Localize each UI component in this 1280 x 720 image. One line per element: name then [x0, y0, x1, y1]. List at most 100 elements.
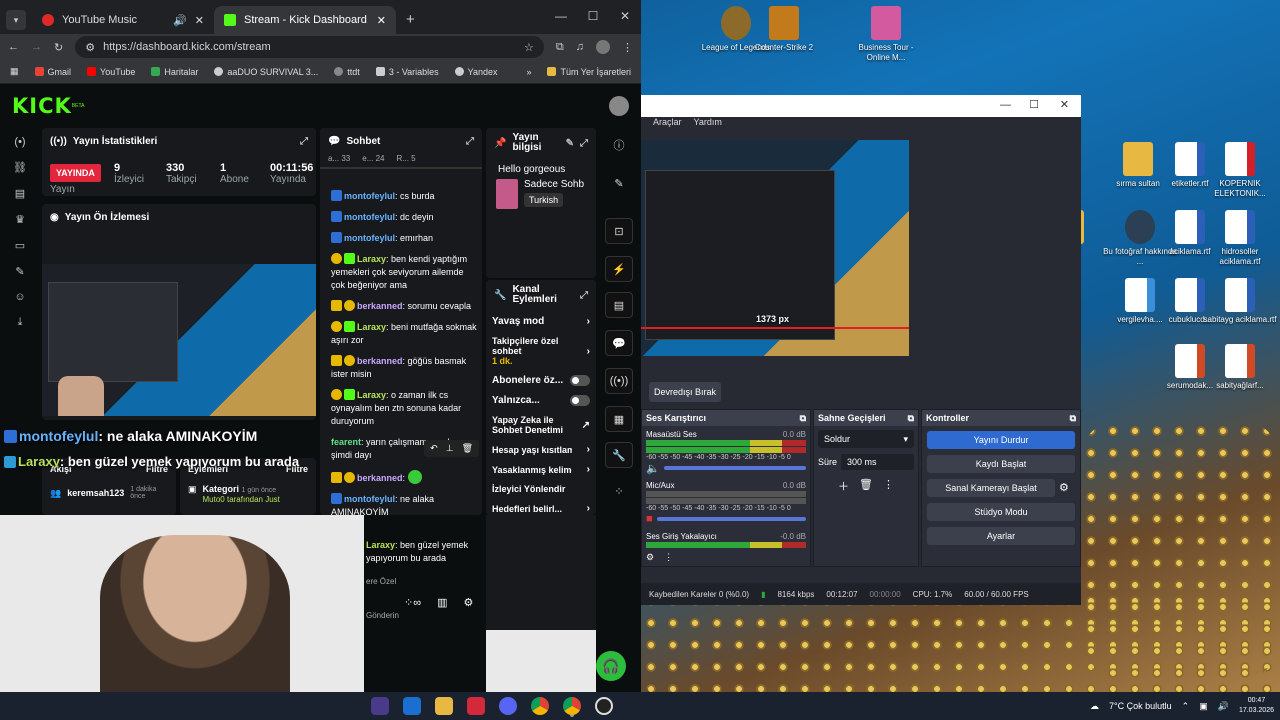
bookmark-variables[interactable]: 3 - Variables [375, 67, 439, 77]
bookmark-yandex[interactable]: Yandex [454, 67, 498, 77]
close-icon[interactable]: ✕ [1060, 98, 1069, 111]
chat-message[interactable]: montofeylul: cs burda [331, 190, 479, 203]
chat-message[interactable]: Laraxy: ben kendi yaptığım yemekleri çok… [331, 253, 479, 292]
desktop-icon-hidrosoller[interactable]: hidrosoller aciklama.rtf [1202, 210, 1278, 267]
users-icon[interactable]: ☺ [14, 291, 25, 303]
reload-icon[interactable]: ↻ [54, 41, 63, 54]
add-icon[interactable]: ＋ [838, 478, 849, 494]
user-avatar[interactable] [609, 96, 629, 116]
extensions-icon[interactable]: ⧉ [556, 41, 564, 54]
file-explorer-icon[interactable] [435, 697, 453, 715]
feed-item[interactable]: 👥 keremsah123 1 dakika önce [42, 480, 176, 506]
transition-select[interactable]: Soldur ▾ [818, 430, 914, 448]
action-ai-moderation[interactable]: Yapay Zeka ile Sohbet Denetimi ↗ [486, 415, 596, 435]
maximize-icon[interactable]: ☐ [1029, 98, 1039, 111]
back-icon[interactable]: ← [8, 41, 19, 53]
nodes-icon[interactable]: ⁘ [605, 478, 633, 504]
tab-youtube-music[interactable]: YouTube Music 🔊 ✕ [32, 6, 214, 34]
wrench-icon[interactable]: ✎ [15, 265, 24, 278]
weather-text[interactable]: 7°C Çok bulutlu [1109, 701, 1172, 711]
wrench-icon[interactable]: 🔧 [605, 442, 633, 468]
bookmark-aaduo[interactable]: aaDUO SURVIVAL 3... [214, 67, 318, 77]
advanced-audio-icon[interactable]: ⚙ [646, 552, 654, 563]
bookmarks-overflow-icon[interactable]: » [526, 67, 531, 77]
action-goals[interactable]: Hedefleri belirl... › [486, 503, 596, 514]
more-options-icon[interactable]: ⋮ [664, 552, 673, 563]
tab-kick-dashboard[interactable]: Stream - Kick Dashboard ✕ [214, 6, 396, 34]
download-icon[interactable]: ⤓ [18, 316, 23, 329]
broadcast-icon[interactable]: ((•)) [605, 368, 633, 394]
audio-icon[interactable]: 🔊 [173, 14, 187, 27]
settings-gear-icon[interactable]: ⚙ [463, 597, 473, 610]
layout-icon[interactable]: ▦ [605, 406, 633, 432]
action-subscribers-only[interactable]: Abonelere öz... [486, 375, 596, 386]
site-info-icon[interactable]: ⚙ [85, 41, 95, 54]
delete-icon[interactable]: 🗑 [462, 442, 473, 455]
muted-speaker-icon[interactable]: ■ [646, 513, 653, 525]
outlook-icon[interactable] [403, 697, 421, 715]
nodes-icon[interactable]: ⁘∞ [404, 597, 421, 610]
new-tab-button[interactable]: + [406, 11, 415, 28]
tab-close-icon[interactable]: ✕ [195, 14, 204, 27]
action-account-age[interactable]: Hesap yaşı kısıtlaması› [486, 444, 596, 455]
kick-logo[interactable]: KICK [12, 94, 72, 118]
chrome-active-icon[interactable] [563, 697, 581, 715]
subscribers-only-toggle[interactable] [570, 375, 590, 386]
virtual-camera-button[interactable]: Sanal Kamerayı Başlat [927, 479, 1055, 497]
minimize-icon[interactable]: — [1000, 99, 1011, 111]
info-icon[interactable]: ⓘ [605, 132, 633, 158]
media-icon[interactable]: ♫ [576, 41, 584, 53]
desktop-icon-business-tour[interactable]: Business Tour - Online M... [848, 6, 924, 63]
chat-message[interactable]: Laraxy: ben güzel yemek yapıyorum bu ara… [366, 539, 482, 565]
transition-disable-button[interactable]: Devredışı Bırak [649, 382, 721, 402]
preview-video[interactable] [42, 264, 316, 416]
chat-icon[interactable]: 💬 [605, 330, 633, 356]
pin-icon[interactable]: ⊥ [446, 442, 454, 455]
dock-menu-icon[interactable]: ⧉ [1070, 413, 1076, 424]
action-banned-words[interactable]: Yasaklanmış kelimeler› [486, 464, 596, 475]
camera-target-icon[interactable]: ⊡ [605, 218, 633, 244]
action-only[interactable]: Yalnızca... [486, 395, 596, 406]
expand-icon[interactable]: ⤢ [300, 136, 308, 147]
chat-message[interactable]: berkanned: sorumu cevapla [331, 300, 479, 313]
more-options-icon[interactable]: ⋮ [883, 478, 894, 494]
reply-icon[interactable]: ↶ [430, 442, 438, 455]
dock-menu-icon[interactable]: ⧉ [800, 413, 806, 424]
dock-menu-icon[interactable]: ⧉ [908, 413, 914, 424]
menu-yardim[interactable]: Yardım [694, 117, 722, 133]
chat-count[interactable]: e... 24 [362, 154, 384, 163]
monitor-icon[interactable]: ▭ [15, 239, 25, 252]
bookmark-ttdt[interactable]: ttdt [334, 67, 360, 77]
network-icon[interactable]: ▣ [1199, 701, 1208, 712]
stop-stream-button[interactable]: Yayını Durdur [927, 431, 1075, 449]
desktop-icon-sabityag[interactable]: sabityağlarf... [1202, 344, 1278, 391]
app-icon[interactable] [371, 697, 389, 715]
obs-icon[interactable] [595, 697, 613, 715]
tab-search-icon[interactable]: ▾ [6, 10, 26, 30]
tag-chip[interactable]: Turkish [524, 193, 564, 207]
maximize-icon[interactable]: ☐ [577, 0, 609, 32]
weather-icon[interactable]: ☁ [1090, 701, 1099, 712]
chat-count[interactable]: R... 5 [397, 154, 416, 163]
settings-button[interactable]: Ayarlar [927, 527, 1075, 545]
tray-overflow-icon[interactable]: ⌃ [1182, 701, 1190, 712]
bookmark-youtube[interactable]: YouTube [87, 67, 135, 77]
minimize-icon[interactable]: — [545, 0, 577, 32]
chrome-icon[interactable] [531, 697, 549, 715]
chat-count[interactable]: a... 33 [328, 154, 350, 163]
gear-icon[interactable]: ⚙ [1059, 479, 1075, 497]
analytics-icon[interactable]: ▤ [15, 187, 25, 200]
chat-message[interactable]: fearent: yarın çalışmam gerekm şimdi day… [331, 436, 479, 462]
apps-icon[interactable]: ▦ [10, 66, 19, 77]
profile-avatar[interactable] [596, 40, 610, 54]
chrome-menu-icon[interactable]: ⋮ [622, 41, 633, 54]
start-recording-button[interactable]: Kaydı Başlat [927, 455, 1075, 473]
chat-message[interactable]: berkanned: göğüs basmak ister misin [331, 355, 479, 381]
trophy-icon[interactable]: ♛ [15, 213, 25, 226]
forward-icon[interactable]: → [31, 41, 42, 53]
desktop-icon-sabitayg[interactable]: sabitayg aciklama.rtf [1202, 278, 1278, 325]
headset-icon[interactable]: 🎧 [596, 651, 626, 681]
action-followers-only[interactable]: Takipçilere özel sohbet 1 dk. › [486, 336, 596, 366]
all-bookmarks[interactable]: Tüm Yer İşaretleri [547, 67, 631, 77]
volume-slider[interactable] [663, 466, 806, 470]
